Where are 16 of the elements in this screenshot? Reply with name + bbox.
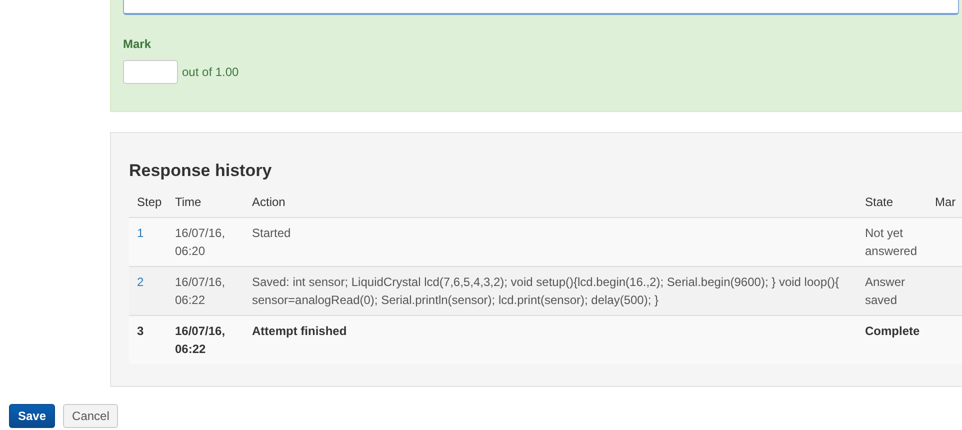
- cancel-button[interactable]: Cancel: [63, 404, 118, 428]
- mark-label: Mark: [123, 37, 152, 51]
- state-cell: Complete: [857, 316, 927, 364]
- column-header: Action: [244, 191, 857, 218]
- column-header: Time: [167, 191, 244, 218]
- column-header: State: [857, 191, 927, 218]
- out-of-text: out of 1.00: [182, 65, 239, 79]
- column-header: Step: [129, 191, 167, 218]
- action-cell: Attempt finished: [244, 316, 857, 364]
- save-button[interactable]: Save: [9, 404, 56, 428]
- history-title: Response history: [129, 161, 273, 181]
- step-number: 3: [129, 316, 167, 364]
- time-cell: 16/07/16, 06:22: [167, 316, 244, 364]
- column-header: Mar: [927, 191, 962, 218]
- answer-textarea[interactable]: [123, 0, 959, 15]
- mark-input[interactable]: [123, 60, 178, 84]
